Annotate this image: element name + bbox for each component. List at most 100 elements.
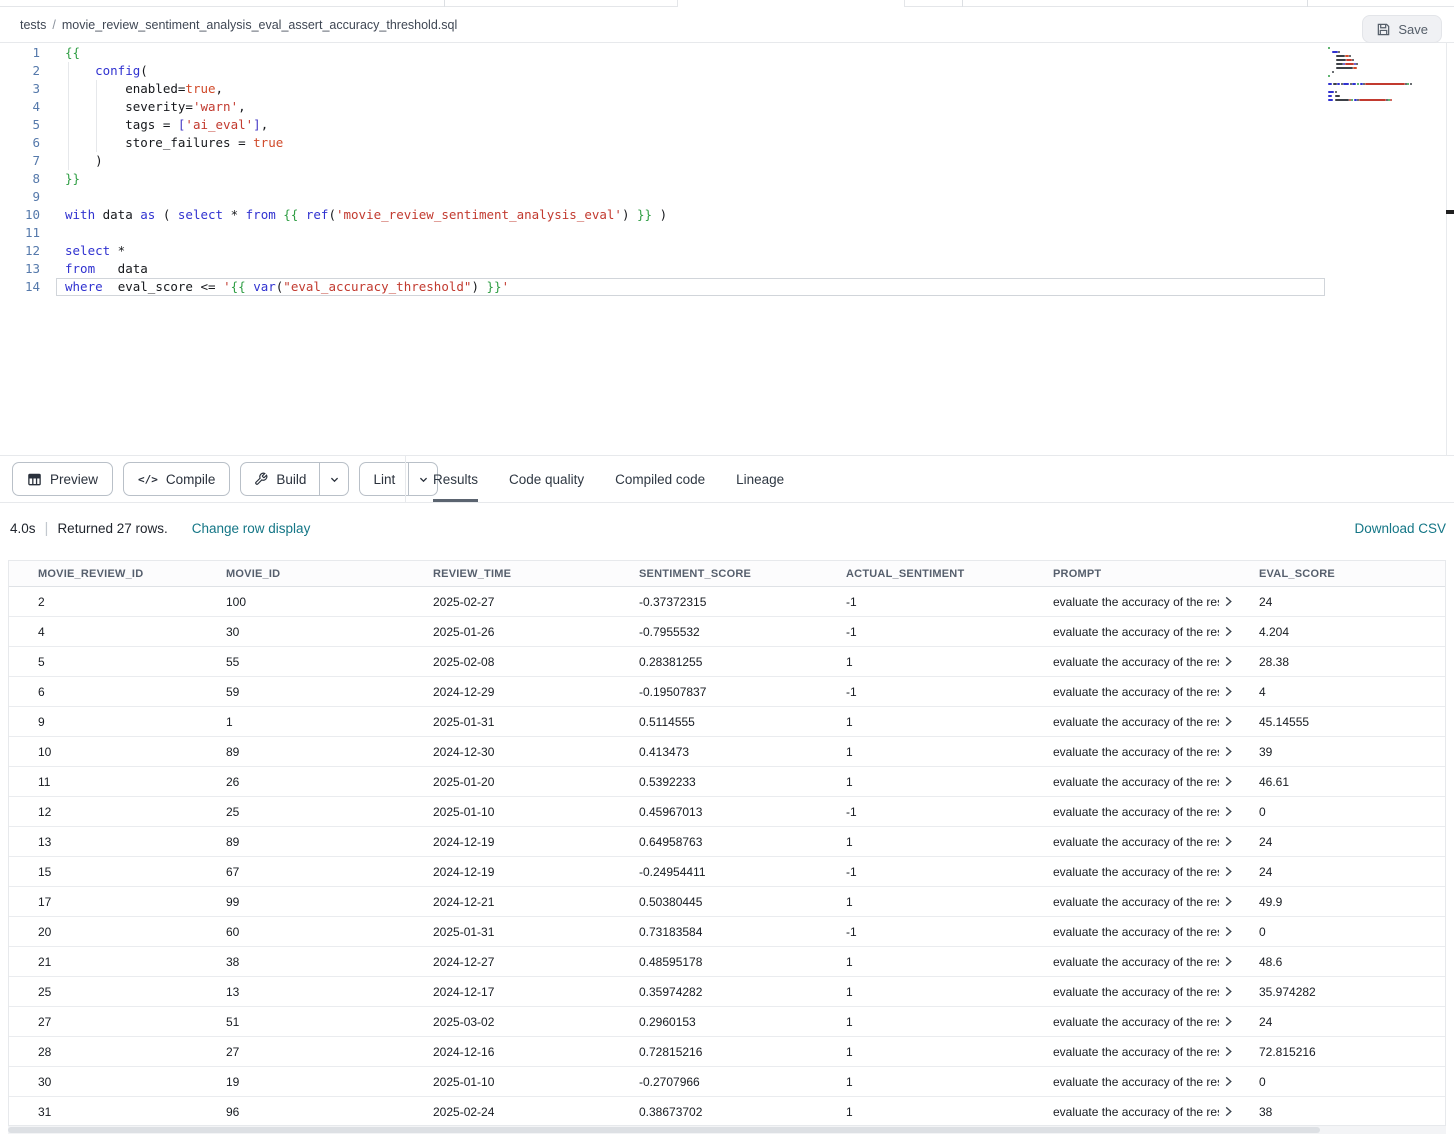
tab-results[interactable]: Results xyxy=(433,456,478,502)
editor-scrollbar-mark xyxy=(1446,210,1454,214)
table-row: 11262025-01-200.53922331evaluate the acc… xyxy=(9,767,1445,797)
cell-review_time: 2025-02-27 xyxy=(433,595,639,609)
prompt-text: evaluate the accuracy of the res… xyxy=(1053,955,1219,969)
breadcrumb-folder[interactable]: tests xyxy=(20,18,46,32)
cell-eval_score: 72.815216 xyxy=(1259,1045,1445,1059)
code-line-4[interactable]: 4 severity='warn', xyxy=(0,98,1454,116)
editor-toolbar: Preview </> Compile Build xyxy=(0,455,1454,503)
lint-button[interactable]: Lint xyxy=(360,463,408,495)
cell-movie_id: 89 xyxy=(226,745,433,759)
code-text: with data as ( select * from {{ ref('mov… xyxy=(40,206,667,224)
horizontal-scrollbar-track[interactable] xyxy=(8,1126,1446,1134)
cell-sentiment_score: 0.5114555 xyxy=(639,715,846,729)
tab-compiled-code[interactable]: Compiled code xyxy=(615,456,705,502)
save-icon xyxy=(1376,22,1391,37)
compile-button[interactable]: </> Compile xyxy=(123,462,230,496)
tab-code-quality[interactable]: Code quality xyxy=(509,456,584,502)
code-line-5[interactable]: 5 tags = ['ai_eval'], xyxy=(0,116,1454,134)
cell-prompt: evaluate the accuracy of the res… xyxy=(1053,775,1259,789)
cell-prompt: evaluate the accuracy of the res… xyxy=(1053,895,1259,909)
expand-cell-icon[interactable] xyxy=(1224,1106,1233,1117)
cell-sentiment_score: 0.45967013 xyxy=(639,805,846,819)
table-row: 25132024-12-170.359742821evaluate the ac… xyxy=(9,977,1445,1007)
code-line-1[interactable]: 1{{ xyxy=(0,44,1454,62)
results-table: MOVIE_REVIEW_IDMOVIE_IDREVIEW_TIMESENTIM… xyxy=(8,560,1446,1126)
breadcrumb-filename: movie_review_sentiment_analysis_eval_ass… xyxy=(62,18,457,32)
cell-movie_review_id: 9 xyxy=(38,715,226,729)
code-line-12[interactable]: 12select * xyxy=(0,242,1454,260)
expand-cell-icon[interactable] xyxy=(1224,956,1233,967)
expand-cell-icon[interactable] xyxy=(1224,686,1233,697)
cell-sentiment_score: 0.38673702 xyxy=(639,1105,846,1119)
expand-cell-icon[interactable] xyxy=(1224,776,1233,787)
code-line-8[interactable]: 8}} xyxy=(0,170,1454,188)
build-dropdown-button[interactable] xyxy=(319,463,348,495)
cell-eval_score: 35.974282 xyxy=(1259,985,1445,999)
build-button[interactable]: Build xyxy=(241,463,319,495)
cell-actual_sentiment: 1 xyxy=(846,745,1053,759)
save-button[interactable]: Save xyxy=(1362,15,1442,43)
expand-cell-icon[interactable] xyxy=(1224,596,1233,607)
line-number: 7 xyxy=(0,152,40,170)
horizontal-scrollbar-thumb[interactable] xyxy=(8,1127,1320,1133)
cell-sentiment_score: 0.28381255 xyxy=(639,655,846,669)
code-line-3[interactable]: 3 enabled=true, xyxy=(0,80,1454,98)
expand-cell-icon[interactable] xyxy=(1224,716,1233,727)
column-header-sentiment_score: SENTIMENT_SCORE xyxy=(639,568,846,580)
editor-minimap[interactable] xyxy=(1328,47,1440,103)
expand-cell-icon[interactable] xyxy=(1224,866,1233,877)
change-row-display-link[interactable]: Change row display xyxy=(192,521,311,536)
cell-review_time: 2025-01-31 xyxy=(433,925,639,939)
prompt-text: evaluate the accuracy of the res… xyxy=(1053,1075,1219,1089)
cell-sentiment_score: 0.35974282 xyxy=(639,985,846,999)
prompt-text: evaluate the accuracy of the res… xyxy=(1053,895,1219,909)
expand-cell-icon[interactable] xyxy=(1224,836,1233,847)
code-line-10[interactable]: 10with data as ( select * from {{ ref('m… xyxy=(0,206,1454,224)
expand-cell-icon[interactable] xyxy=(1224,1046,1233,1057)
code-line-13[interactable]: 13from data xyxy=(0,260,1454,278)
code-text: select * xyxy=(40,242,125,260)
preview-button[interactable]: Preview xyxy=(12,462,113,496)
cell-eval_score: 48.6 xyxy=(1259,955,1445,969)
cell-actual_sentiment: -1 xyxy=(846,625,1053,639)
cell-actual_sentiment: 1 xyxy=(846,1015,1053,1029)
code-line-14[interactable]: 14where eval_score <= '{{ var("eval_accu… xyxy=(0,278,1454,296)
expand-cell-icon[interactable] xyxy=(1224,806,1233,817)
code-line-9[interactable]: 9 xyxy=(0,188,1454,206)
tab-lineage[interactable]: Lineage xyxy=(736,456,784,502)
cell-review_time: 2025-01-20 xyxy=(433,775,639,789)
expand-cell-icon[interactable] xyxy=(1224,1016,1233,1027)
expand-cell-icon[interactable] xyxy=(1224,896,1233,907)
wrench-icon xyxy=(254,472,268,486)
code-line-2[interactable]: 2 config( xyxy=(0,62,1454,80)
prompt-text: evaluate the accuracy of the res… xyxy=(1053,745,1219,759)
line-number: 9 xyxy=(0,188,40,206)
expand-cell-icon[interactable] xyxy=(1224,986,1233,997)
cell-actual_sentiment: 1 xyxy=(846,1075,1053,1089)
column-header-review_time: REVIEW_TIME xyxy=(433,568,639,580)
expand-cell-icon[interactable] xyxy=(1224,746,1233,757)
expand-cell-icon[interactable] xyxy=(1224,656,1233,667)
cell-prompt: evaluate the accuracy of the res… xyxy=(1053,655,1259,669)
code-line-6[interactable]: 6 store_failures = true xyxy=(0,134,1454,152)
editor-scrollbar-track[interactable] xyxy=(1446,43,1447,455)
cell-movie_id: 99 xyxy=(226,895,433,909)
expand-cell-icon[interactable] xyxy=(1224,926,1233,937)
code-editor[interactable]: 1{{2 config(3 enabled=true,4 severity='w… xyxy=(0,43,1454,455)
download-csv-link[interactable]: Download CSV xyxy=(1354,521,1446,536)
expand-cell-icon[interactable] xyxy=(1224,626,1233,637)
code-text: from data xyxy=(40,260,148,278)
code-line-11[interactable]: 11 xyxy=(0,224,1454,242)
cell-eval_score: 49.9 xyxy=(1259,895,1445,909)
cell-prompt: evaluate the accuracy of the res… xyxy=(1053,865,1259,879)
ide-window: tests / movie_review_sentiment_analysis_… xyxy=(0,0,1454,1134)
cell-prompt: evaluate the accuracy of the res… xyxy=(1053,955,1259,969)
cell-prompt: evaluate the accuracy of the res… xyxy=(1053,715,1259,729)
table-row: 27512025-03-020.29601531evaluate the acc… xyxy=(9,1007,1445,1037)
expand-cell-icon[interactable] xyxy=(1224,1076,1233,1087)
code-text: store_failures = true xyxy=(40,134,283,152)
cell-movie_id: 1 xyxy=(226,715,433,729)
code-line-7[interactable]: 7 ) xyxy=(0,152,1454,170)
tab-separator xyxy=(1307,0,1308,7)
cell-eval_score: 24 xyxy=(1259,865,1445,879)
